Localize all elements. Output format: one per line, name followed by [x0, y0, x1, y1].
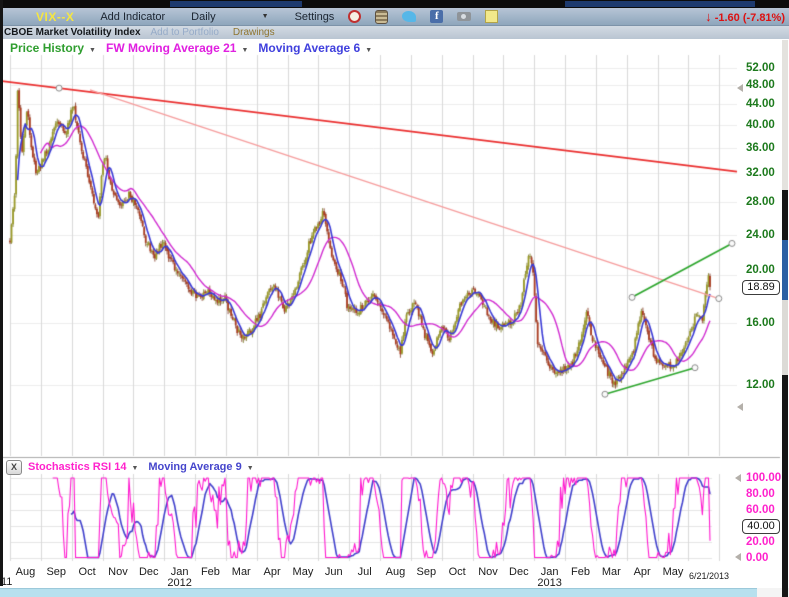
price-axis-label: 48.00 — [746, 79, 786, 91]
month-label: Jun — [319, 566, 349, 578]
note-icon[interactable] — [485, 10, 498, 23]
symbol-full-name: CBOE Market Volatility Index — [4, 27, 141, 38]
month-label: Oct — [72, 566, 102, 578]
legend-stochastics-rsi-14-label: Stochastics RSI 14 — [28, 461, 126, 473]
month-label: Feb — [195, 566, 225, 578]
drawings-menu[interactable]: Drawings — [233, 27, 275, 38]
axis-marker-triangle-icon — [737, 403, 743, 411]
legend-fw-moving-average-21[interactable]: FW Moving Average 21 ▼ — [106, 41, 248, 55]
window-left-edge — [0, 0, 3, 586]
price-axis-label: 32.00 — [746, 167, 786, 179]
freestockcharts-window: VIX--X Add Indicator Daily ▼ Settings f … — [0, 0, 789, 597]
axis-marker-triangle-icon — [737, 84, 743, 92]
vertical-scrollbar-thumb[interactable] — [782, 240, 788, 300]
chevron-down-icon[interactable]: ▼ — [89, 47, 96, 54]
timeframe-caret-icon[interactable]: ▼ — [262, 13, 269, 20]
month-label: Sep — [411, 566, 441, 578]
month-label: Feb — [565, 566, 595, 578]
price-axis-label: 24.00 — [746, 229, 786, 241]
price-axis-label: 52.00 — [746, 62, 786, 74]
legend-stochastics-rsi-14[interactable]: Stochastics RSI 14 ▼ — [28, 461, 138, 473]
vertical-scrollbar-track — [782, 190, 788, 240]
month-label: Sep — [41, 566, 71, 578]
down-arrow-icon: ↓ — [705, 9, 712, 24]
main-toolbar: VIX--X Add Indicator Daily ▼ Settings f — [0, 8, 789, 26]
main-chart-legend: Price History▼FW Moving Average 21▼Movin… — [10, 40, 382, 55]
vertical-scrollbar-track — [782, 375, 788, 597]
camera-icon[interactable] — [457, 12, 471, 21]
price-axis-label: 28.00 — [746, 196, 786, 208]
facebook-icon[interactable]: f — [430, 10, 443, 23]
timeframe-dropdown[interactable]: Daily — [191, 11, 215, 23]
vertical-scrollbar-track[interactable] — [782, 300, 788, 375]
legend-price-history-label: Price History — [10, 41, 84, 55]
month-label: Nov — [473, 566, 503, 578]
legend-moving-average-6[interactable]: Moving Average 6 ▼ — [258, 41, 372, 55]
axis-marker-triangle-icon — [735, 553, 741, 561]
legend-fw-moving-average-21-label: FW Moving Average 21 — [106, 41, 236, 55]
quote-change-value: -1.60 (-7.81%) — [715, 12, 785, 24]
chevron-down-icon[interactable]: ▼ — [365, 47, 372, 54]
month-label: Oct — [442, 566, 472, 578]
top-edge-blue-segment — [565, 1, 755, 7]
price-axis-label: 36.00 — [746, 142, 786, 154]
chevron-down-icon[interactable]: ▼ — [241, 47, 248, 54]
legend-moving-average-9-label: Moving Average 9 — [148, 461, 241, 473]
quote-change-readout: ↓ -1.60 (-7.81%) — [705, 9, 785, 24]
stoch-current-value-badge: 40.00 — [742, 519, 780, 534]
legend-price-history[interactable]: Price History ▼ — [10, 41, 96, 55]
symbol-subheader: CBOE Market Volatility Index Add to Port… — [0, 26, 789, 39]
price-axis-label: 20.00 — [746, 264, 786, 276]
horizontal-scrollbar[interactable] — [0, 588, 757, 597]
last-price-badge: 18.89 — [742, 280, 780, 295]
month-label: Apr — [257, 566, 287, 578]
vertical-scrollbar-track[interactable] — [782, 40, 788, 190]
toolbar-icon-group: f — [334, 10, 498, 24]
price-axis-label: 12.00 — [746, 379, 786, 391]
symbol-label[interactable]: VIX--X — [36, 10, 74, 24]
add-indicator-button[interactable]: Add Indicator — [100, 11, 165, 23]
legend-moving-average-9[interactable]: Moving Average 9 ▼ — [148, 461, 253, 473]
coins-icon[interactable] — [375, 10, 388, 24]
stoch-panel-close-button[interactable]: X — [6, 460, 22, 475]
month-label: Mar — [226, 566, 256, 578]
month-label: Aug — [380, 566, 410, 578]
last-date-label: 6/21/2013 — [682, 571, 736, 581]
month-label: Mar — [596, 566, 626, 578]
axis-marker-triangle-icon — [735, 474, 741, 482]
twitter-icon[interactable] — [402, 11, 416, 22]
alarm-clock-icon[interactable] — [348, 10, 361, 23]
legend-moving-average-6-label: Moving Average 6 — [258, 41, 360, 55]
chevron-down-icon[interactable]: ▼ — [131, 465, 138, 472]
month-label: Jul — [350, 566, 380, 578]
chevron-down-icon[interactable]: ▼ — [247, 465, 254, 472]
price-axis-label: 40.00 — [746, 119, 786, 131]
top-edge-blue-segment — [170, 1, 302, 7]
price-axis-label: 16.00 — [746, 317, 786, 329]
month-label: May — [288, 566, 318, 578]
window-top-edge — [0, 0, 789, 8]
stoch-panel-legend: Stochastics RSI 14 ▼ Moving Average 9 ▼ — [28, 460, 264, 474]
price-axis-label: 44.00 — [746, 98, 786, 110]
month-label: Nov — [103, 566, 133, 578]
month-label: Aug — [10, 566, 40, 578]
add-to-portfolio-button[interactable]: Add to Portfolio — [151, 27, 219, 38]
month-label: Apr — [627, 566, 657, 578]
price-chart-canvas[interactable] — [0, 0, 789, 597]
year-label-2011-partial: 11 — [1, 576, 12, 588]
settings-button[interactable]: Settings — [295, 11, 335, 23]
